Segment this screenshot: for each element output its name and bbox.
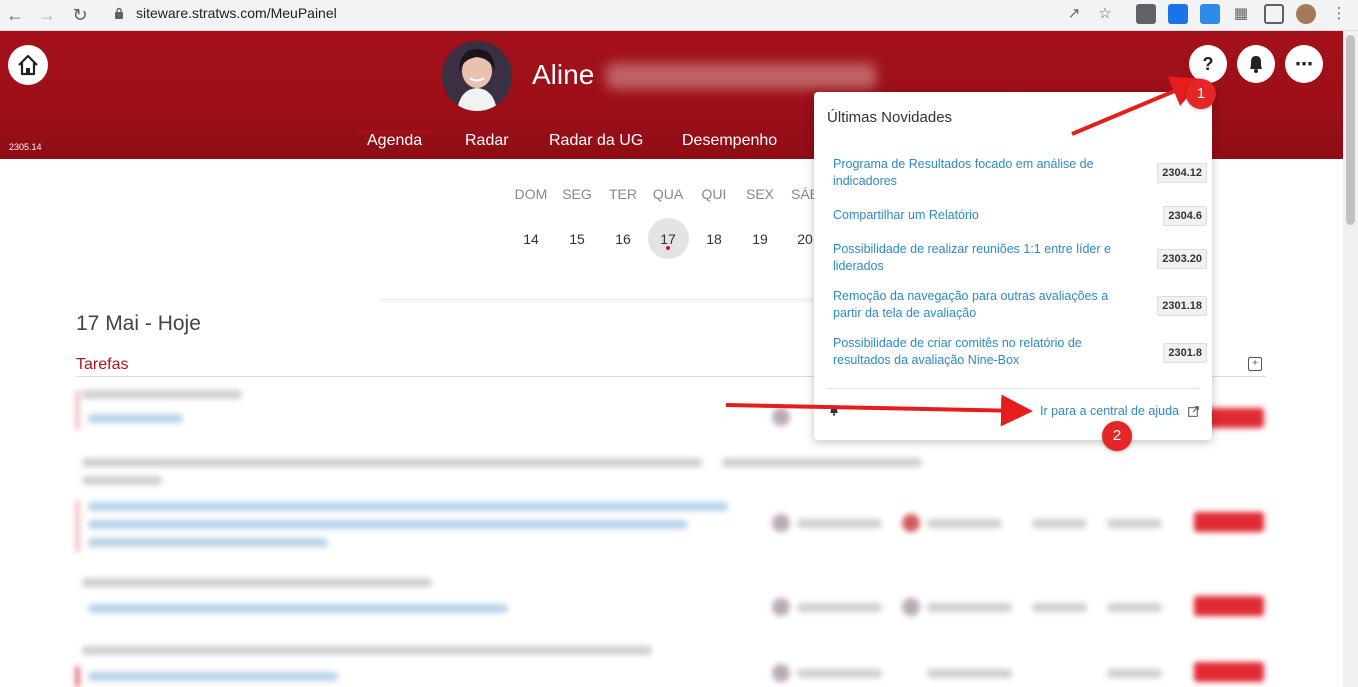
weekday-label: DOM: [514, 186, 548, 202]
news-item-link[interactable]: Possibilidade de realizar reuniões 1:1 e…: [833, 241, 1123, 275]
page-scrollbar[interactable]: [1343, 31, 1358, 687]
news-dropdown: Últimas Novidades Programa de Resultados…: [814, 92, 1212, 440]
bell-icon: [830, 405, 838, 416]
notifications-button[interactable]: [1237, 45, 1275, 83]
side-panel-icon[interactable]: [1264, 4, 1284, 24]
help-button[interactable]: ?: [1189, 45, 1227, 83]
dropdown-divider: [827, 388, 1199, 389]
home-icon: [18, 54, 38, 76]
user-name: Aline: [532, 59, 595, 90]
day-button[interactable]: 18: [691, 231, 737, 247]
day-button[interactable]: 16: [600, 231, 646, 247]
weekday-label: TER: [609, 186, 637, 202]
external-link-icon: [1188, 406, 1199, 417]
reload-icon[interactable]: ↻: [69, 4, 91, 26]
tab-radar[interactable]: Radar: [465, 132, 509, 150]
ellipsis-icon: ⋯: [1295, 54, 1313, 74]
more-options-button[interactable]: ⋯: [1285, 45, 1323, 83]
question-icon: ?: [1202, 54, 1214, 74]
version-badge: 2301.18: [1157, 296, 1207, 316]
browser-menu-icon[interactable]: ⋮: [1328, 4, 1350, 22]
weekday-label: QUI: [701, 186, 727, 202]
help-center-link[interactable]: Ir para a central de ajuda: [1040, 404, 1179, 418]
news-item-link[interactable]: Compartilhar um Relatório: [833, 207, 1123, 224]
version-badge: 2304.6: [1163, 206, 1207, 226]
tab-agenda[interactable]: Agenda: [367, 132, 422, 150]
tab-desempenho[interactable]: Desempenho: [682, 132, 777, 150]
step-badge-2: 2: [1102, 421, 1132, 451]
weekday-label: SEG: [562, 186, 592, 202]
share-icon[interactable]: ↗: [1063, 4, 1085, 22]
lock-icon: [115, 7, 123, 19]
calendar-divider: [380, 294, 820, 298]
active-tab-indicator: [358, 130, 432, 134]
extension-saml-icon[interactable]: [1200, 4, 1220, 24]
extensions-puzzle-icon[interactable]: ▦: [1230, 4, 1252, 22]
section-title-tarefas: Tarefas: [76, 356, 129, 373]
app-version: 2305.14: [9, 142, 42, 152]
expand-icon[interactable]: +: [1248, 357, 1262, 371]
tab-radar-da-ug[interactable]: Radar da UG: [549, 132, 643, 150]
bookmark-star-icon[interactable]: ☆: [1094, 4, 1116, 22]
bell-icon: [1250, 56, 1262, 73]
day-button[interactable]: 15: [554, 231, 600, 247]
home-button[interactable]: [8, 45, 48, 85]
profile-avatar[interactable]: [1296, 4, 1316, 24]
day-button[interactable]: 14: [508, 231, 554, 247]
step-badge-1: 1: [1186, 79, 1216, 109]
extension-icon[interactable]: [1136, 4, 1156, 24]
back-icon[interactable]: ←: [4, 4, 26, 26]
dropdown-title: Últimas Novidades: [827, 109, 953, 126]
version-badge: 2304.12: [1157, 163, 1207, 183]
date-title: 17 Mai - Hoje: [76, 312, 201, 335]
news-item-link[interactable]: Remoção da navegação para outras avaliaç…: [833, 288, 1123, 322]
weekday-label: SEX: [745, 186, 774, 202]
weekday-label: QUA: [652, 186, 684, 202]
extension-grid-icon[interactable]: [1168, 4, 1188, 24]
address-bar[interactable]: siteware.stratws.com/MeuPainel: [100, 2, 1130, 26]
forward-icon[interactable]: →: [36, 4, 58, 26]
day-button[interactable]: 19: [737, 231, 783, 247]
version-badge: 2301.8: [1163, 343, 1207, 363]
version-badge: 2303.20: [1157, 249, 1207, 269]
today-event-dot: [666, 246, 670, 250]
browser-toolbar: ← → ↻ siteware.stratws.com/MeuPainel ↗ ☆…: [0, 0, 1358, 31]
redacted-surname: [606, 63, 876, 89]
url-text: siteware.stratws.com/MeuPainel: [136, 5, 337, 21]
news-item-link[interactable]: Programa de Resultados focado em análise…: [833, 156, 1123, 190]
day-button-today[interactable]: 17: [645, 231, 691, 247]
news-item-link[interactable]: Possibilidade de criar comitês no relató…: [833, 335, 1123, 369]
scrollbar-thumb[interactable]: [1346, 35, 1355, 225]
user-avatar[interactable]: [442, 41, 512, 111]
